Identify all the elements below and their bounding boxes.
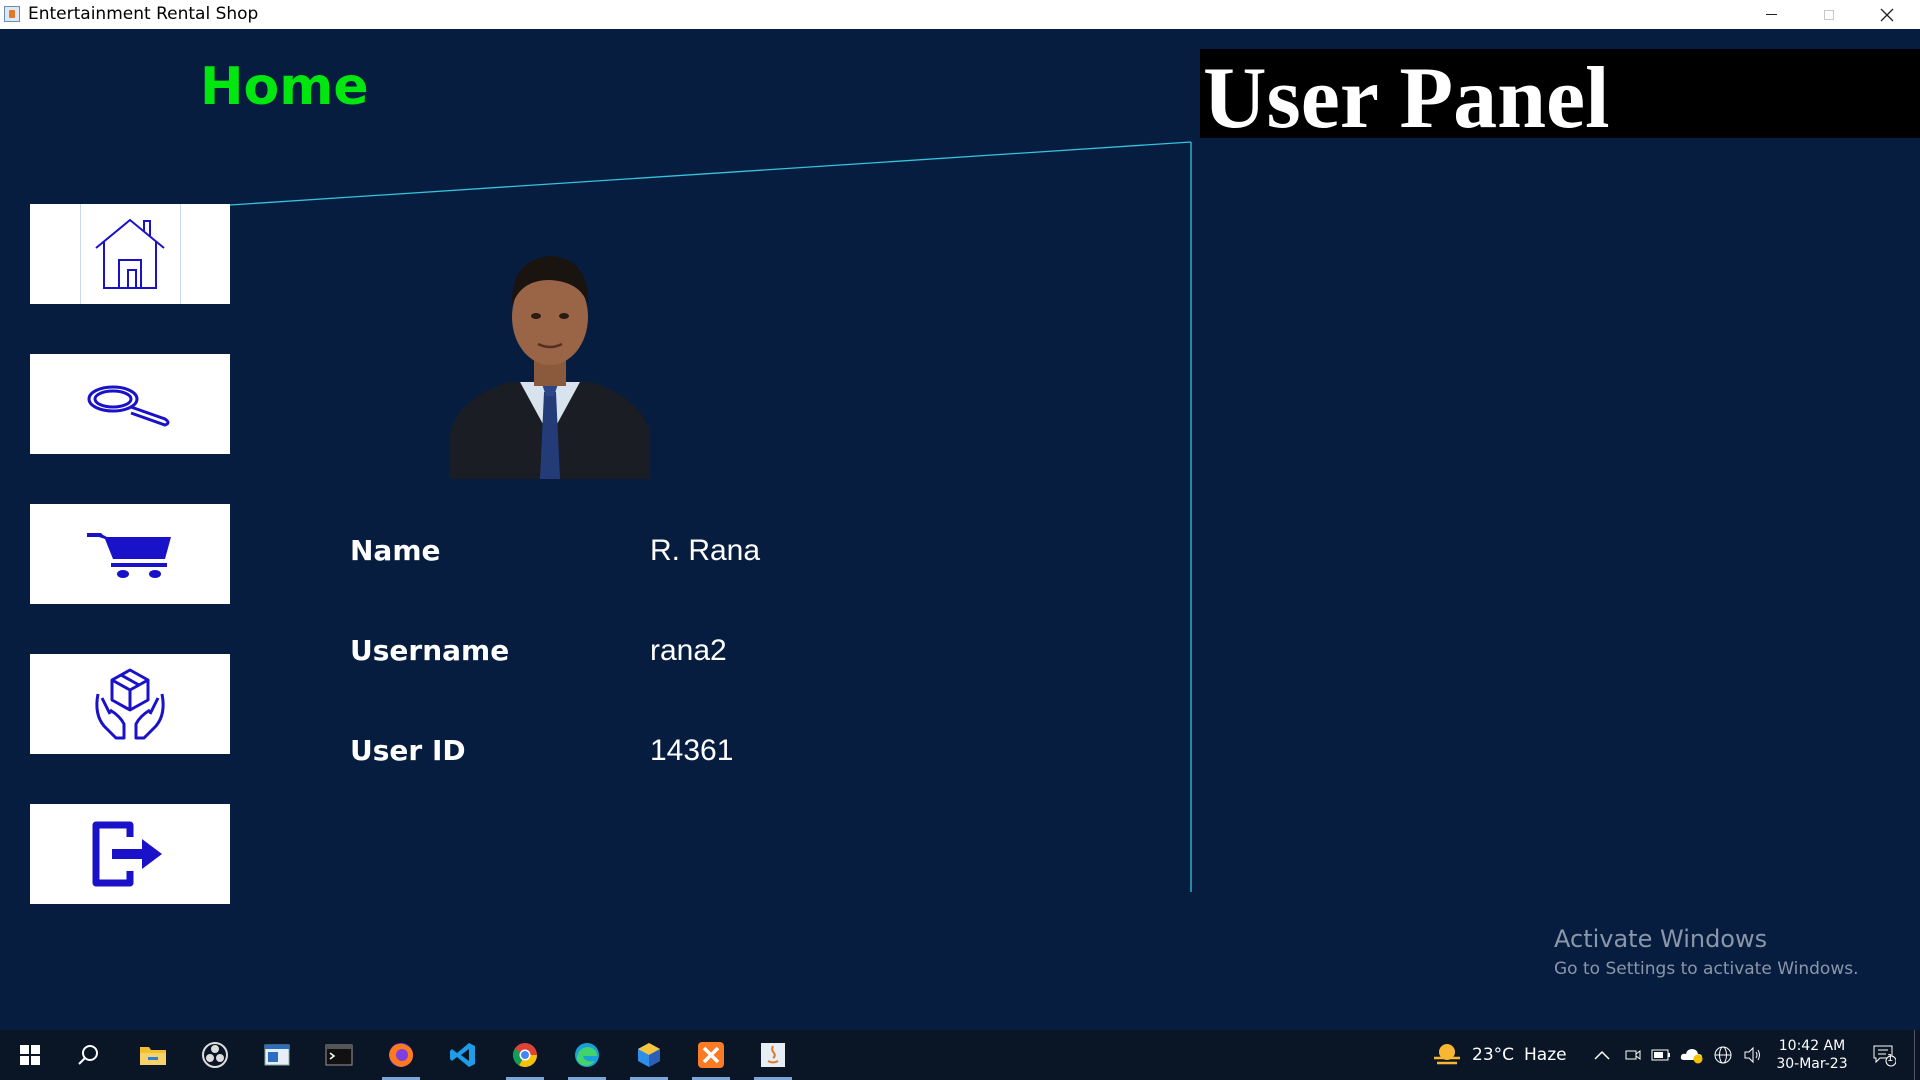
cube-app-icon bbox=[638, 1043, 660, 1067]
vscode-button[interactable] bbox=[438, 1030, 488, 1080]
obs-icon bbox=[202, 1042, 228, 1068]
clock-time: 10:42 AM bbox=[1778, 1038, 1846, 1054]
cart-icon bbox=[87, 533, 171, 578]
weather-haze-icon bbox=[1434, 1044, 1460, 1065]
chrome-icon bbox=[512, 1043, 537, 1068]
start-button[interactable] bbox=[8, 1030, 52, 1080]
firefox-button[interactable] bbox=[376, 1030, 426, 1080]
notification-count: 1 bbox=[1887, 1053, 1894, 1064]
cloud-warning-icon bbox=[1680, 1049, 1703, 1064]
windows-logo-icon bbox=[20, 1045, 40, 1065]
java-app-button[interactable] bbox=[748, 1030, 798, 1080]
taskbar: 23°C Haze 10:42 AM 30-Mar-23 1 bbox=[0, 1030, 1920, 1080]
clock-date: 30-Mar-23 bbox=[1776, 1056, 1848, 1072]
activate-windows-subtitle: Go to Settings to activate Windows. bbox=[1554, 959, 1859, 979]
show-hidden-icons-button[interactable] bbox=[1588, 1030, 1616, 1080]
home-icon bbox=[95, 218, 165, 289]
notification-center-button[interactable]: 1 bbox=[1866, 1030, 1902, 1080]
search-icon bbox=[78, 1045, 98, 1065]
camera-icon bbox=[1625, 1050, 1641, 1060]
battery-button[interactable] bbox=[1648, 1030, 1674, 1080]
file-explorer-button[interactable] bbox=[128, 1030, 178, 1080]
window-app-icon bbox=[264, 1044, 290, 1066]
user-id-value: 14361 bbox=[650, 734, 734, 767]
username-label: Username bbox=[350, 634, 510, 667]
xampp-icon bbox=[698, 1042, 724, 1068]
weather-widget[interactable]: 23°C Haze bbox=[1432, 1030, 1572, 1080]
name-label: Name bbox=[350, 534, 441, 567]
terminal-button[interactable] bbox=[314, 1030, 364, 1080]
user-profile-photo bbox=[450, 232, 650, 479]
firefox-icon bbox=[389, 1043, 413, 1067]
weather-desc: Haze bbox=[1524, 1045, 1567, 1065]
sidebar-item-search[interactable] bbox=[30, 354, 230, 454]
obs-button[interactable] bbox=[190, 1030, 240, 1080]
xampp-button[interactable] bbox=[686, 1030, 736, 1080]
logout-icon bbox=[92, 821, 162, 887]
edge-button[interactable] bbox=[562, 1030, 612, 1080]
sidebar-item-logout[interactable] bbox=[30, 804, 230, 904]
activate-windows-title: Activate Windows bbox=[1554, 925, 1768, 953]
taskbar-search-button[interactable] bbox=[66, 1030, 110, 1080]
focus-indicator bbox=[180, 204, 181, 304]
search-icon bbox=[87, 385, 170, 427]
user-id-label: User ID bbox=[350, 734, 466, 767]
username-value: rana2 bbox=[650, 634, 727, 667]
folder-icon bbox=[140, 1047, 166, 1065]
app-window-button[interactable] bbox=[252, 1030, 302, 1080]
speaker-icon bbox=[1744, 1046, 1760, 1064]
network-button[interactable] bbox=[1710, 1030, 1736, 1080]
name-value: R. Rana bbox=[650, 534, 761, 567]
delivery-box-icon bbox=[95, 668, 165, 740]
chevron-up-icon bbox=[1594, 1050, 1610, 1060]
globe-icon bbox=[1714, 1046, 1732, 1064]
chrome-button[interactable] bbox=[500, 1030, 550, 1080]
terminal-icon bbox=[325, 1044, 353, 1066]
edge-icon bbox=[575, 1043, 599, 1067]
weather-temp: 23°C bbox=[1472, 1045, 1515, 1065]
tray-meet-button[interactable] bbox=[1620, 1030, 1646, 1080]
panel-connector-lines bbox=[229, 141, 1192, 892]
clock-button[interactable]: 10:42 AM 30-Mar-23 bbox=[1770, 1030, 1854, 1080]
show-desktop-button[interactable] bbox=[1914, 1030, 1920, 1080]
onedrive-button[interactable] bbox=[1678, 1030, 1706, 1080]
sidebar-item-home[interactable] bbox=[30, 204, 230, 304]
vscode-icon bbox=[450, 1043, 475, 1067]
battery-icon bbox=[1651, 1049, 1670, 1061]
sidebar-item-rentals[interactable] bbox=[30, 654, 230, 754]
app-cube-button[interactable] bbox=[624, 1030, 674, 1080]
sidebar-item-cart[interactable] bbox=[30, 504, 230, 604]
java-icon bbox=[761, 1043, 785, 1067]
focus-indicator bbox=[80, 204, 81, 304]
volume-button[interactable] bbox=[1740, 1030, 1766, 1080]
